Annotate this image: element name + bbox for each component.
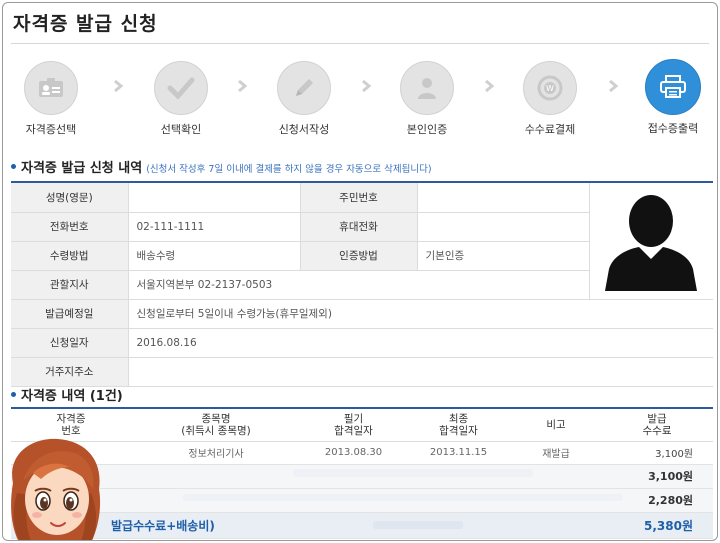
column-header-item-name: 종목명 (취득시 종목명): [131, 409, 301, 442]
step-label: 신청서작성: [278, 123, 330, 136]
step-label: 수수료결제: [524, 123, 576, 136]
faded-overlay: [373, 521, 463, 529]
deletion-notice: (신청서 작성후 7일 이내에 결제를 하지 않을 경우 자동으로 삭제됩니다): [146, 164, 432, 175]
branch-value: 서울지역본부 02-2137-0503: [128, 270, 590, 300]
remark-cell: 재발급: [511, 441, 601, 465]
name-label: 성명(영문): [11, 183, 129, 213]
step-label: 자격증선택: [25, 123, 77, 136]
section-heading-licenses: 자격증 내역 (1건): [11, 385, 123, 404]
license-name-cell: 정보처리기사: [131, 441, 301, 465]
person-icon: [418, 78, 436, 99]
application-date-value: 2016.08.16: [128, 328, 713, 358]
pencil-icon: [296, 79, 313, 96]
mobile-value: [417, 212, 590, 242]
branch-label: 관할지사: [11, 270, 129, 300]
auth-method-value: 기본인증: [417, 241, 590, 271]
fee-cell: 3,100원: [601, 441, 713, 465]
printer-icon: [660, 75, 686, 98]
phone-value: 02-111-1111: [128, 212, 301, 242]
step-progress: 자격증선택 선택확인 신청서작성 본인인증 W 수수료결제 접수증출력: [3, 59, 717, 141]
table-row: 성명(영문) 주민번호: [11, 183, 713, 300]
application-date-label: 신청일자: [11, 328, 129, 358]
phone-label: 전화번호: [11, 212, 129, 242]
step-select-license: 자격증선택: [3, 61, 111, 137]
won-coin-icon: W: [537, 75, 563, 101]
bullet-icon: [11, 164, 16, 169]
table-row: 발급예정일 신청일로부터 5일이내 수령가능(휴무일제외): [11, 299, 713, 329]
checkmark-icon: [167, 77, 195, 99]
page-title: 자격증 발급 신청: [13, 13, 158, 35]
faded-overlay: [293, 469, 533, 477]
total-row: 발급수수료+배송비) 5,380원: [11, 512, 713, 539]
rrn-value: [417, 183, 590, 213]
step-fee-payment: W 수수료결제: [490, 61, 610, 137]
id-card-icon: [39, 78, 63, 97]
profile-photo: [589, 183, 713, 300]
final-date-cell: 2013.11.15: [406, 441, 511, 465]
window-frame: 자격증 발급 신청 자격증선택 선택확인 신청서작성 본인인증 W 수수료결제 …: [2, 2, 718, 541]
issue-date-label: 발급예정일: [11, 299, 129, 329]
section-heading-application: 자격증 발급 신청 내역 (신청서 작성후 7일 이내에 결제를 하지 않을 경우…: [11, 157, 432, 176]
step-identity-verification: 본인인증: [367, 61, 487, 137]
table-header-row: 자격증 번호 종목명 (취득시 종목명) 필기 합격일자 최종 합격일자 비고 발급 수수…: [11, 409, 713, 442]
application-info-table: 성명(영문) 주민번호 전화번호 02-111-1111 휴대전화 수령방법 배…: [11, 181, 713, 387]
cartoon-girl-illustration: [11, 438, 100, 540]
column-header-final-date: 최종 합격일자: [406, 409, 511, 442]
column-header-remark: 비고: [511, 409, 601, 442]
step-write-application: 신청서작성: [244, 61, 364, 137]
step-confirm-selection: 선택확인: [121, 61, 241, 137]
avatar-silhouette-icon: [605, 195, 698, 292]
rrn-label: 주민번호: [300, 183, 418, 213]
total-amount: 5,380원: [601, 512, 713, 539]
receive-method-label: 수령방법: [11, 241, 129, 271]
name-value: [128, 183, 301, 213]
bullet-icon: [11, 392, 16, 397]
table-row: 거주지주소: [11, 357, 713, 387]
step-label: 본인인증: [406, 123, 448, 136]
address-value: [128, 357, 713, 387]
address-label: 거주지주소: [11, 357, 129, 387]
step-label: 선택확인: [160, 123, 202, 136]
receive-method-value: 배송수령: [128, 241, 301, 271]
faded-overlay: [183, 494, 623, 501]
written-date-cell: 2013.08.30: [301, 441, 406, 465]
title-divider: [11, 43, 709, 44]
issue-date-value: 신청일로부터 5일이내 수령가능(휴무일제외): [128, 299, 713, 329]
auth-method-label: 인증방법: [300, 241, 418, 271]
svg-text:W: W: [546, 84, 554, 93]
column-header-fee: 발급 수수료: [601, 409, 713, 442]
mobile-label: 휴대전화: [300, 212, 418, 242]
table-row: 신청일자 2016.08.16: [11, 328, 713, 358]
issue-fee-sum: 3,100원: [601, 464, 713, 489]
step-label: 접수증출력: [647, 122, 699, 135]
column-header-written-date: 필기 합격일자: [301, 409, 406, 442]
table-row: 정보처리기사 2013.08.30 2013.11.15 재발급 3,100원: [11, 441, 713, 465]
step-print-receipt: 접수증출력: [613, 59, 717, 136]
